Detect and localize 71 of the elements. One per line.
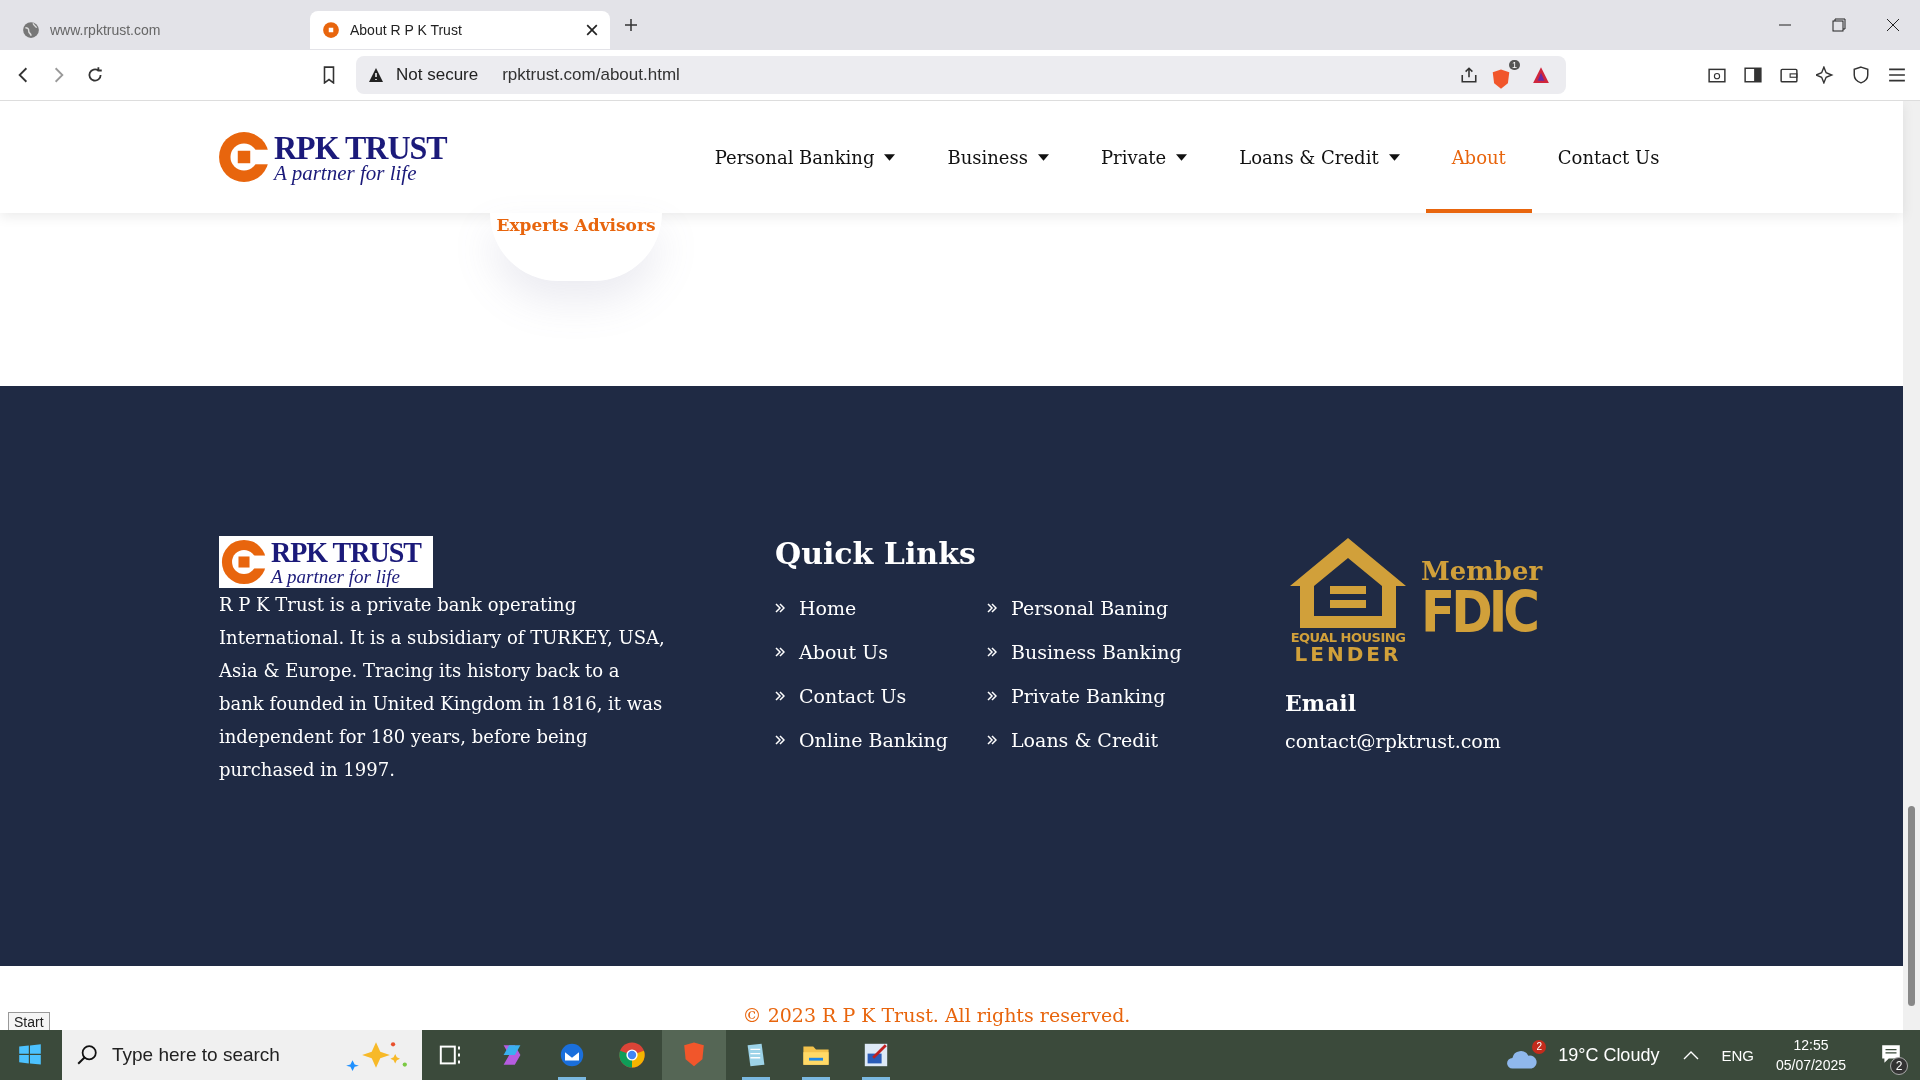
footer-link[interactable]: Loans & Credit: [987, 729, 1207, 751]
chevron-icon: [775, 691, 785, 701]
footer-link[interactable]: About Us: [775, 641, 987, 663]
footer-logo[interactable]: RPK TRUST A partner for life: [219, 536, 433, 588]
restore-icon[interactable]: [1832, 18, 1846, 32]
screenshot-icon[interactable]: [1708, 66, 1726, 84]
footer-link[interactable]: Online Banking: [775, 729, 987, 751]
notification-count: 2: [1890, 1057, 1908, 1075]
quick-links-heading: Quick Links: [775, 536, 977, 571]
copyright-text: © 2023 R P K Trust. All rights reserved.: [742, 1004, 1131, 1026]
search-field[interactable]: Type here to search: [62, 1030, 422, 1080]
notifications-button[interactable]: 2: [1872, 1035, 1912, 1075]
email-link[interactable]: contact@rpktrust.com: [1285, 730, 1550, 752]
clock[interactable]: 12:55 05/07/2025: [1775, 1035, 1846, 1075]
start-tooltip: Start: [8, 1012, 50, 1030]
footer-link[interactable]: Personal Baning: [987, 597, 1207, 619]
warning-icon: [368, 67, 384, 83]
chevron-icon: [987, 691, 997, 701]
footer-link[interactable]: Private Banking: [987, 685, 1207, 707]
wallet-icon[interactable]: [1780, 66, 1798, 84]
close-icon[interactable]: [1886, 18, 1900, 32]
search-icon: [76, 1044, 98, 1066]
language-indicator[interactable]: ENG: [1721, 1046, 1754, 1064]
reload-icon[interactable]: [86, 66, 104, 84]
close-icon[interactable]: [586, 24, 598, 36]
sidebar-icon[interactable]: [1744, 66, 1762, 84]
menu-icon[interactable]: [1888, 66, 1906, 84]
caret-icon: [884, 153, 896, 161]
browser-tab[interactable]: About R P K Trust: [310, 11, 610, 49]
browser-tab[interactable]: www.rpktrust.com: [10, 11, 310, 49]
share-icon[interactable]: [1460, 66, 1478, 84]
chevron-icon: [775, 603, 785, 613]
weather-badge: 2: [1532, 1040, 1547, 1054]
shield-icon[interactable]: [1852, 66, 1870, 84]
footer-link[interactable]: Contact Us: [775, 685, 987, 707]
chevron-up-icon[interactable]: [1683, 1050, 1700, 1060]
chevron-icon: [987, 603, 997, 613]
fdic-badge: EQUAL HOUSING LENDER Member FDIC: [1285, 536, 1550, 664]
nav-link[interactable]: Loans & Credit: [1213, 101, 1426, 213]
chevron-icon: [775, 735, 785, 745]
footer-link[interactable]: Home: [775, 597, 987, 619]
shield-button[interactable]: 1: [1490, 60, 1520, 90]
chevron-icon: [987, 647, 997, 657]
nav-link[interactable]: Business: [921, 101, 1075, 213]
footer-link[interactable]: Business Banking: [987, 641, 1207, 663]
sparkle-icon[interactable]: [1816, 66, 1834, 84]
windows-icon[interactable]: [18, 1043, 42, 1067]
count-badge: 1: [1509, 60, 1520, 70]
globe-icon: [22, 21, 40, 39]
security-label: Not secure: [396, 65, 479, 85]
feature-label: Experts Advisors: [496, 215, 656, 237]
site-logo[interactable]: RPK TRUST A partner for life: [218, 130, 447, 184]
logo-icon: [322, 21, 340, 39]
chevron-icon: [987, 735, 997, 745]
address-bar[interactable]: Not secure rpktrust.com/about.html 1: [356, 56, 1566, 94]
about-paragraph: R P K Trust is a private bank operating International. It is a subsidiary of TURKEY, USA, Asia & Europe. Tracing its history back to a bank founded in United Kingdom in 1816, it was independent for 180 years, before being purchased in 1997.: [219, 593, 666, 782]
weather-widget[interactable]: 2 19°C Cloudy: [1506, 1040, 1660, 1070]
new-tab-icon[interactable]: [624, 18, 638, 32]
chevron-icon: [775, 647, 785, 657]
sparkle-icon: [344, 1039, 408, 1071]
caret-icon: [1176, 153, 1188, 161]
scrollbar[interactable]: [1903, 101, 1920, 1030]
caret-icon: [1388, 153, 1400, 161]
nav-link[interactable]: Private: [1075, 101, 1214, 213]
email-heading: Email: [1285, 690, 1358, 716]
cloud-icon: [1506, 1048, 1539, 1070]
nav-link[interactable]: Contact Us: [1531, 101, 1686, 213]
url-text: rpktrust.com/about.html: [502, 65, 680, 85]
nav-link[interactable]: Personal Banking: [688, 101, 922, 213]
caret-icon: [1038, 153, 1049, 161]
triangle-icon[interactable]: [1532, 66, 1550, 84]
